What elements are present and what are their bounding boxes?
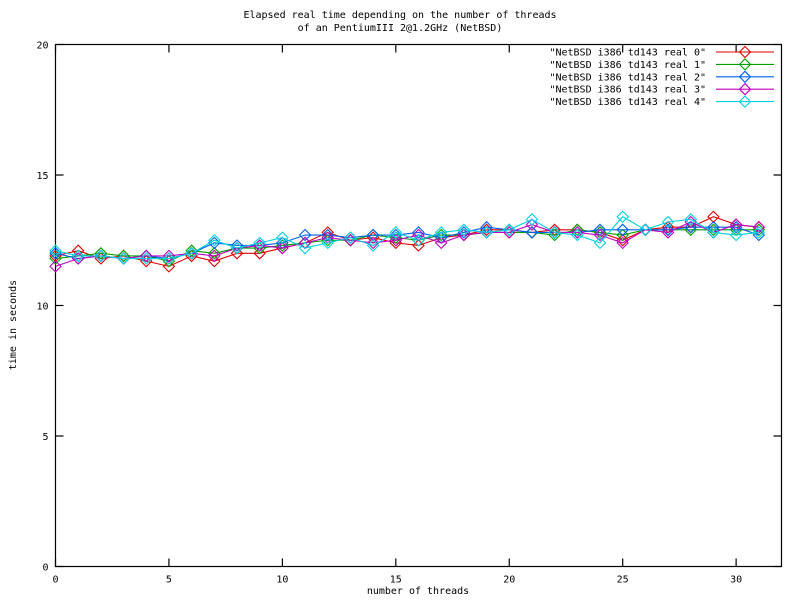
legend-label-2: "NetBSD i386 td143 real 2" <box>549 72 706 83</box>
x-tick-label: 20 <box>503 575 515 586</box>
legend-label-1: "NetBSD i386 td143 real 1" <box>549 60 706 71</box>
y-tick-label: 15 <box>36 171 48 182</box>
x-tick-label: 15 <box>390 575 402 586</box>
y-tick-label: 5 <box>42 432 48 443</box>
x-tick-label: 10 <box>276 575 288 586</box>
x-tick-label: 5 <box>166 575 172 586</box>
chart-title-line1: Elapsed real time depending on the numbe… <box>243 10 556 21</box>
y-tick-label: 10 <box>36 302 48 313</box>
chart-title-line2: of an PentiumIII 2@1.2GHz (NetBSD) <box>298 23 503 34</box>
chart-canvas: Elapsed real time depending on the numbe… <box>0 0 800 600</box>
series-0 <box>49 210 766 273</box>
y-tick-label: 0 <box>42 563 48 574</box>
legend-label-0: "NetBSD i386 td143 real 0" <box>549 48 706 59</box>
x-tick-label: 25 <box>617 575 629 586</box>
x-tick-label: 30 <box>730 575 742 586</box>
plot-frame <box>54 43 783 568</box>
y-axis-label: time in seconds <box>8 280 19 370</box>
series-line <box>55 226 759 260</box>
legend-label-4: "NetBSD i386 td143 real 4" <box>549 97 706 108</box>
x-axis-ticks: 0 5 10 15 20 25 30 <box>52 44 742 586</box>
legend-label-3: "NetBSD i386 td143 real 3" <box>549 85 706 96</box>
chart-legend: "NetBSD i386 td143 real 0""NetBSD i386 t… <box>549 45 774 108</box>
x-axis-label: number of threads <box>367 586 469 597</box>
series-container <box>49 210 766 273</box>
y-tick-label: 20 <box>36 41 48 52</box>
plot-svg: Elapsed real time depending on the numbe… <box>8 10 783 597</box>
y-axis-ticks: 0 5 10 15 20 <box>36 41 782 574</box>
x-tick-label: 0 <box>52 575 58 586</box>
